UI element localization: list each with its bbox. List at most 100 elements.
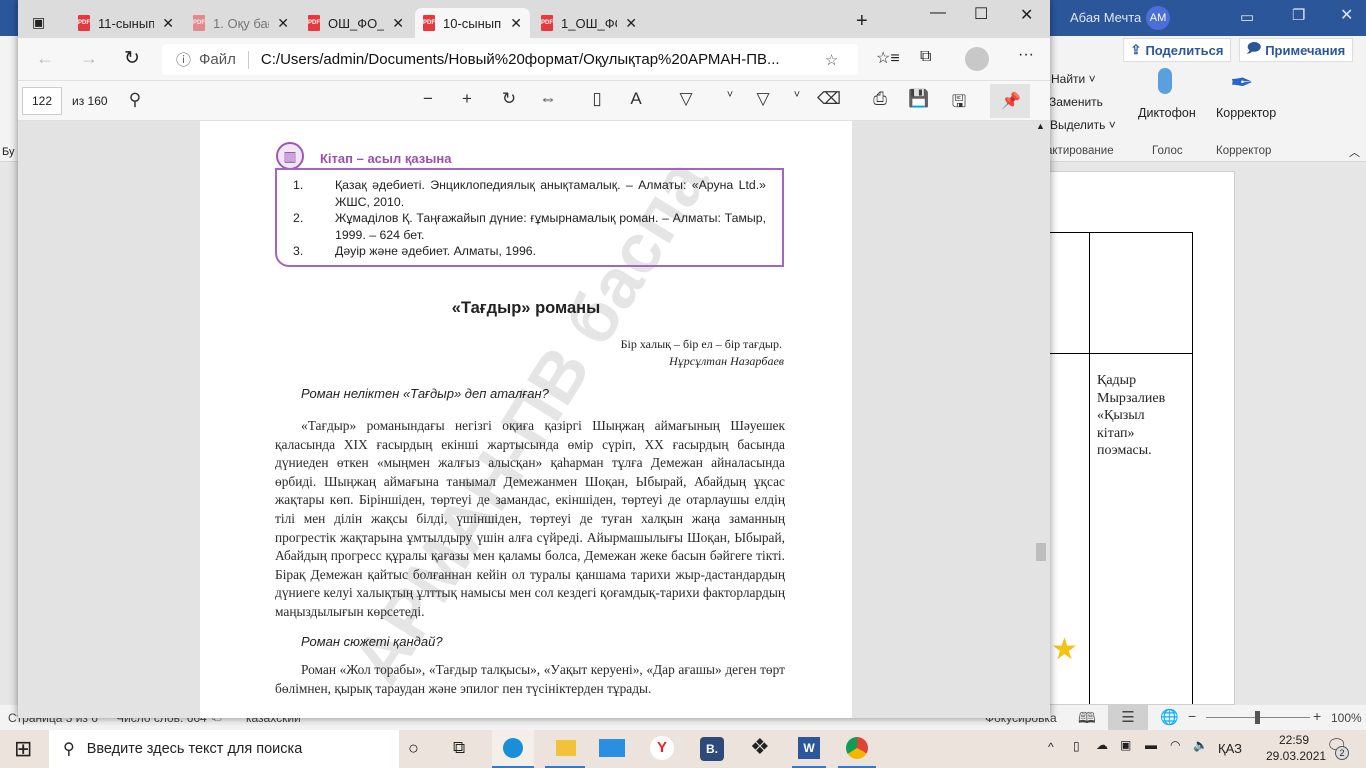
save-icon[interactable]: 💾 [907,89,931,109]
app-tray-icon[interactable]: ▣ [1120,738,1131,752]
tab-active[interactable]: PDF 10-сынып әдеби ✕ [415,8,530,38]
read-aloud-icon[interactable]: A [624,89,648,109]
epigraph: Бір халық – бір ел – бір тағдыр. [620,337,782,351]
restore-icon[interactable]: ❐ [1292,6,1305,24]
more-menu-icon[interactable]: ··· [1018,46,1034,64]
close-tab-icon[interactable]: ✕ [277,15,289,32]
avatar[interactable]: АМ [1146,6,1170,30]
booking-icon[interactable]: B. [700,737,724,761]
ref-text: Жұмаділов Қ. Таңғажайып дүние: ғұмырнама… [335,211,766,242]
tab-label: 1_ОШ_ФО_Казах [561,15,617,31]
cortana-icon[interactable]: ○ [408,738,419,759]
restore-ribbon-icon[interactable]: ▭ [1240,8,1254,26]
pdf-viewer[interactable]: АРМАН-ПВ баспа ▥ Кітап – асыл қазына 1. Қ… [18,121,1050,718]
maximize-button[interactable]: ☐ [974,4,988,24]
word-icon: W [798,737,820,759]
taskbar-search[interactable]: ⚲ Введите здесь текст для поиска [49,730,399,768]
cell-line: «Қызыл [1097,408,1145,423]
zoom-level[interactable]: 100% [1331,711,1362,725]
refresh-button[interactable]: ↻ [124,47,140,70]
draw-dropdown-icon[interactable]: ˅ [718,89,742,101]
pin-toolbar-button[interactable]: 📌 [990,84,1030,118]
zoom-out-button[interactable]: − [1188,708,1196,724]
zoom-slider-thumb[interactable] [1255,711,1260,724]
tab-label: 10-сынып әдеби [443,15,502,31]
clock-time[interactable]: 22:59 [1279,733,1309,747]
zoom-in-button[interactable]: + [1313,708,1321,724]
dropbox-icon[interactable]: ❖ [750,734,770,760]
print-layout-icon[interactable]: ☰ [1108,705,1148,730]
highlight-icon[interactable]: ▽ [751,89,775,109]
collections-icon[interactable]: ⧉ [920,48,931,66]
web-layout-icon[interactable]: 🌐 [1160,708,1179,726]
select-button[interactable]: Выделить ˅ [1050,118,1116,132]
divider [247,50,249,69]
collapse-ribbon-icon[interactable]: ︿ [1349,144,1360,160]
comments-button[interactable]: 🗩 Примечания [1239,38,1353,62]
edge-taskbar-button[interactable] [492,730,534,768]
zoom-out-icon[interactable]: − [416,89,440,109]
start-windows-icon[interactable]: ⊞ [14,736,32,762]
info-icon: ⓘ [176,52,192,69]
meet-now-icon[interactable]: ▯ [1073,739,1080,753]
mail-icon[interactable] [599,739,625,757]
table-cell[interactable]: Қадыр Мырзалиев «Қызыл кітап» поэмасы. [1097,372,1165,460]
word-page[interactable]: Қадыр Мырзалиев «Қызыл кітап» поэмасы. ★ [1030,171,1235,705]
tab[interactable]: PDF 1_ОШ_ФО_Казах ✕ [533,8,645,38]
pdf-icon: PDF [308,15,320,31]
clock-date[interactable]: 29.03.2021 [1266,749,1326,763]
url-text[interactable]: C:/Users/admin/Documents/Новый%20формат/… [261,51,821,68]
close-tab-icon[interactable]: ✕ [392,15,404,32]
eraser-icon[interactable]: ⌫ [817,89,841,109]
share-button[interactable]: ⇪ Поделиться [1123,38,1231,62]
battery-icon[interactable]: ▬ [1145,738,1157,752]
page-number-input[interactable]: 122 [22,87,62,115]
forward-button[interactable]: → [80,48,98,69]
chrome-taskbar-button[interactable] [838,730,876,768]
back-button[interactable]: ← [36,48,54,69]
close-tab-icon[interactable]: ✕ [162,15,174,32]
yandex-icon[interactable]: Y [650,736,674,760]
tab[interactable]: PDF ОШ_ФО_Казахск ✕ [300,8,412,38]
profile-avatar[interactable] [965,47,989,71]
epigraph-author: Нұрсұлтан Назарбаев [669,354,784,368]
minimize-button[interactable]: — [930,4,946,22]
favorites-icon[interactable]: ☆≡ [876,48,900,68]
draw-icon[interactable]: ▽ [674,89,698,109]
fit-width-icon[interactable]: ⇔ [536,89,560,109]
highlight-dropdown-icon[interactable]: ˅ [785,89,809,101]
rotate-icon[interactable]: ↻ [497,89,521,109]
task-view-icon[interactable]: ⧉ [453,738,465,758]
save-as-icon[interactable]: 🖫 [947,89,971,118]
print-icon[interactable]: ⎙ [868,89,892,109]
tab-actions-icon[interactable]: ▣ [32,14,45,31]
chrome-icon [846,737,868,759]
explorer-taskbar-button[interactable] [545,730,585,768]
new-tab-button[interactable]: + [856,10,868,33]
search-icon: ⚲ [63,741,75,758]
close-window-button[interactable]: ✕ [1020,5,1033,25]
show-hidden-icons-icon[interactable]: ^ [1048,740,1054,754]
tab[interactable]: PDF 1. Оқу бағдарла ✕ [185,8,297,38]
find-button[interactable]: Найти ˅ [1051,72,1096,86]
add-favorite-icon[interactable]: ☆ [825,51,838,69]
close-tab-icon[interactable]: ✕ [510,15,522,32]
word-taskbar-button[interactable]: W [792,730,826,768]
editor-button[interactable]: Корректор [1216,106,1276,120]
wifi-icon[interactable]: ◠ [1170,738,1180,752]
zoom-in-icon[interactable]: + [455,89,479,109]
onedrive-icon[interactable]: ☁ [1096,738,1108,752]
tab[interactable]: PDF 11-сынып қазақ ✕ [70,8,182,38]
scrollbar-thumb[interactable] [1036,543,1046,561]
close-icon[interactable]: ✕ [1340,5,1353,25]
dictate-button[interactable]: Диктофон [1138,106,1196,120]
scroll-up-icon[interactable]: ▲ [1036,121,1045,131]
table-row-divider [1031,353,1193,354]
volume-icon[interactable]: 🔈 [1193,738,1208,752]
address-bar[interactable]: ⓘ Файл C:/Users/admin/Documents/Новый%20… [162,44,858,75]
search-icon[interactable]: ⚲ [123,90,147,110]
close-tab-icon[interactable]: ✕ [625,15,637,32]
input-language[interactable]: ҚАЗ [1218,741,1242,756]
replace-button[interactable]: Заменить [1049,95,1103,109]
page-view-icon[interactable]: ▯ [585,89,609,109]
